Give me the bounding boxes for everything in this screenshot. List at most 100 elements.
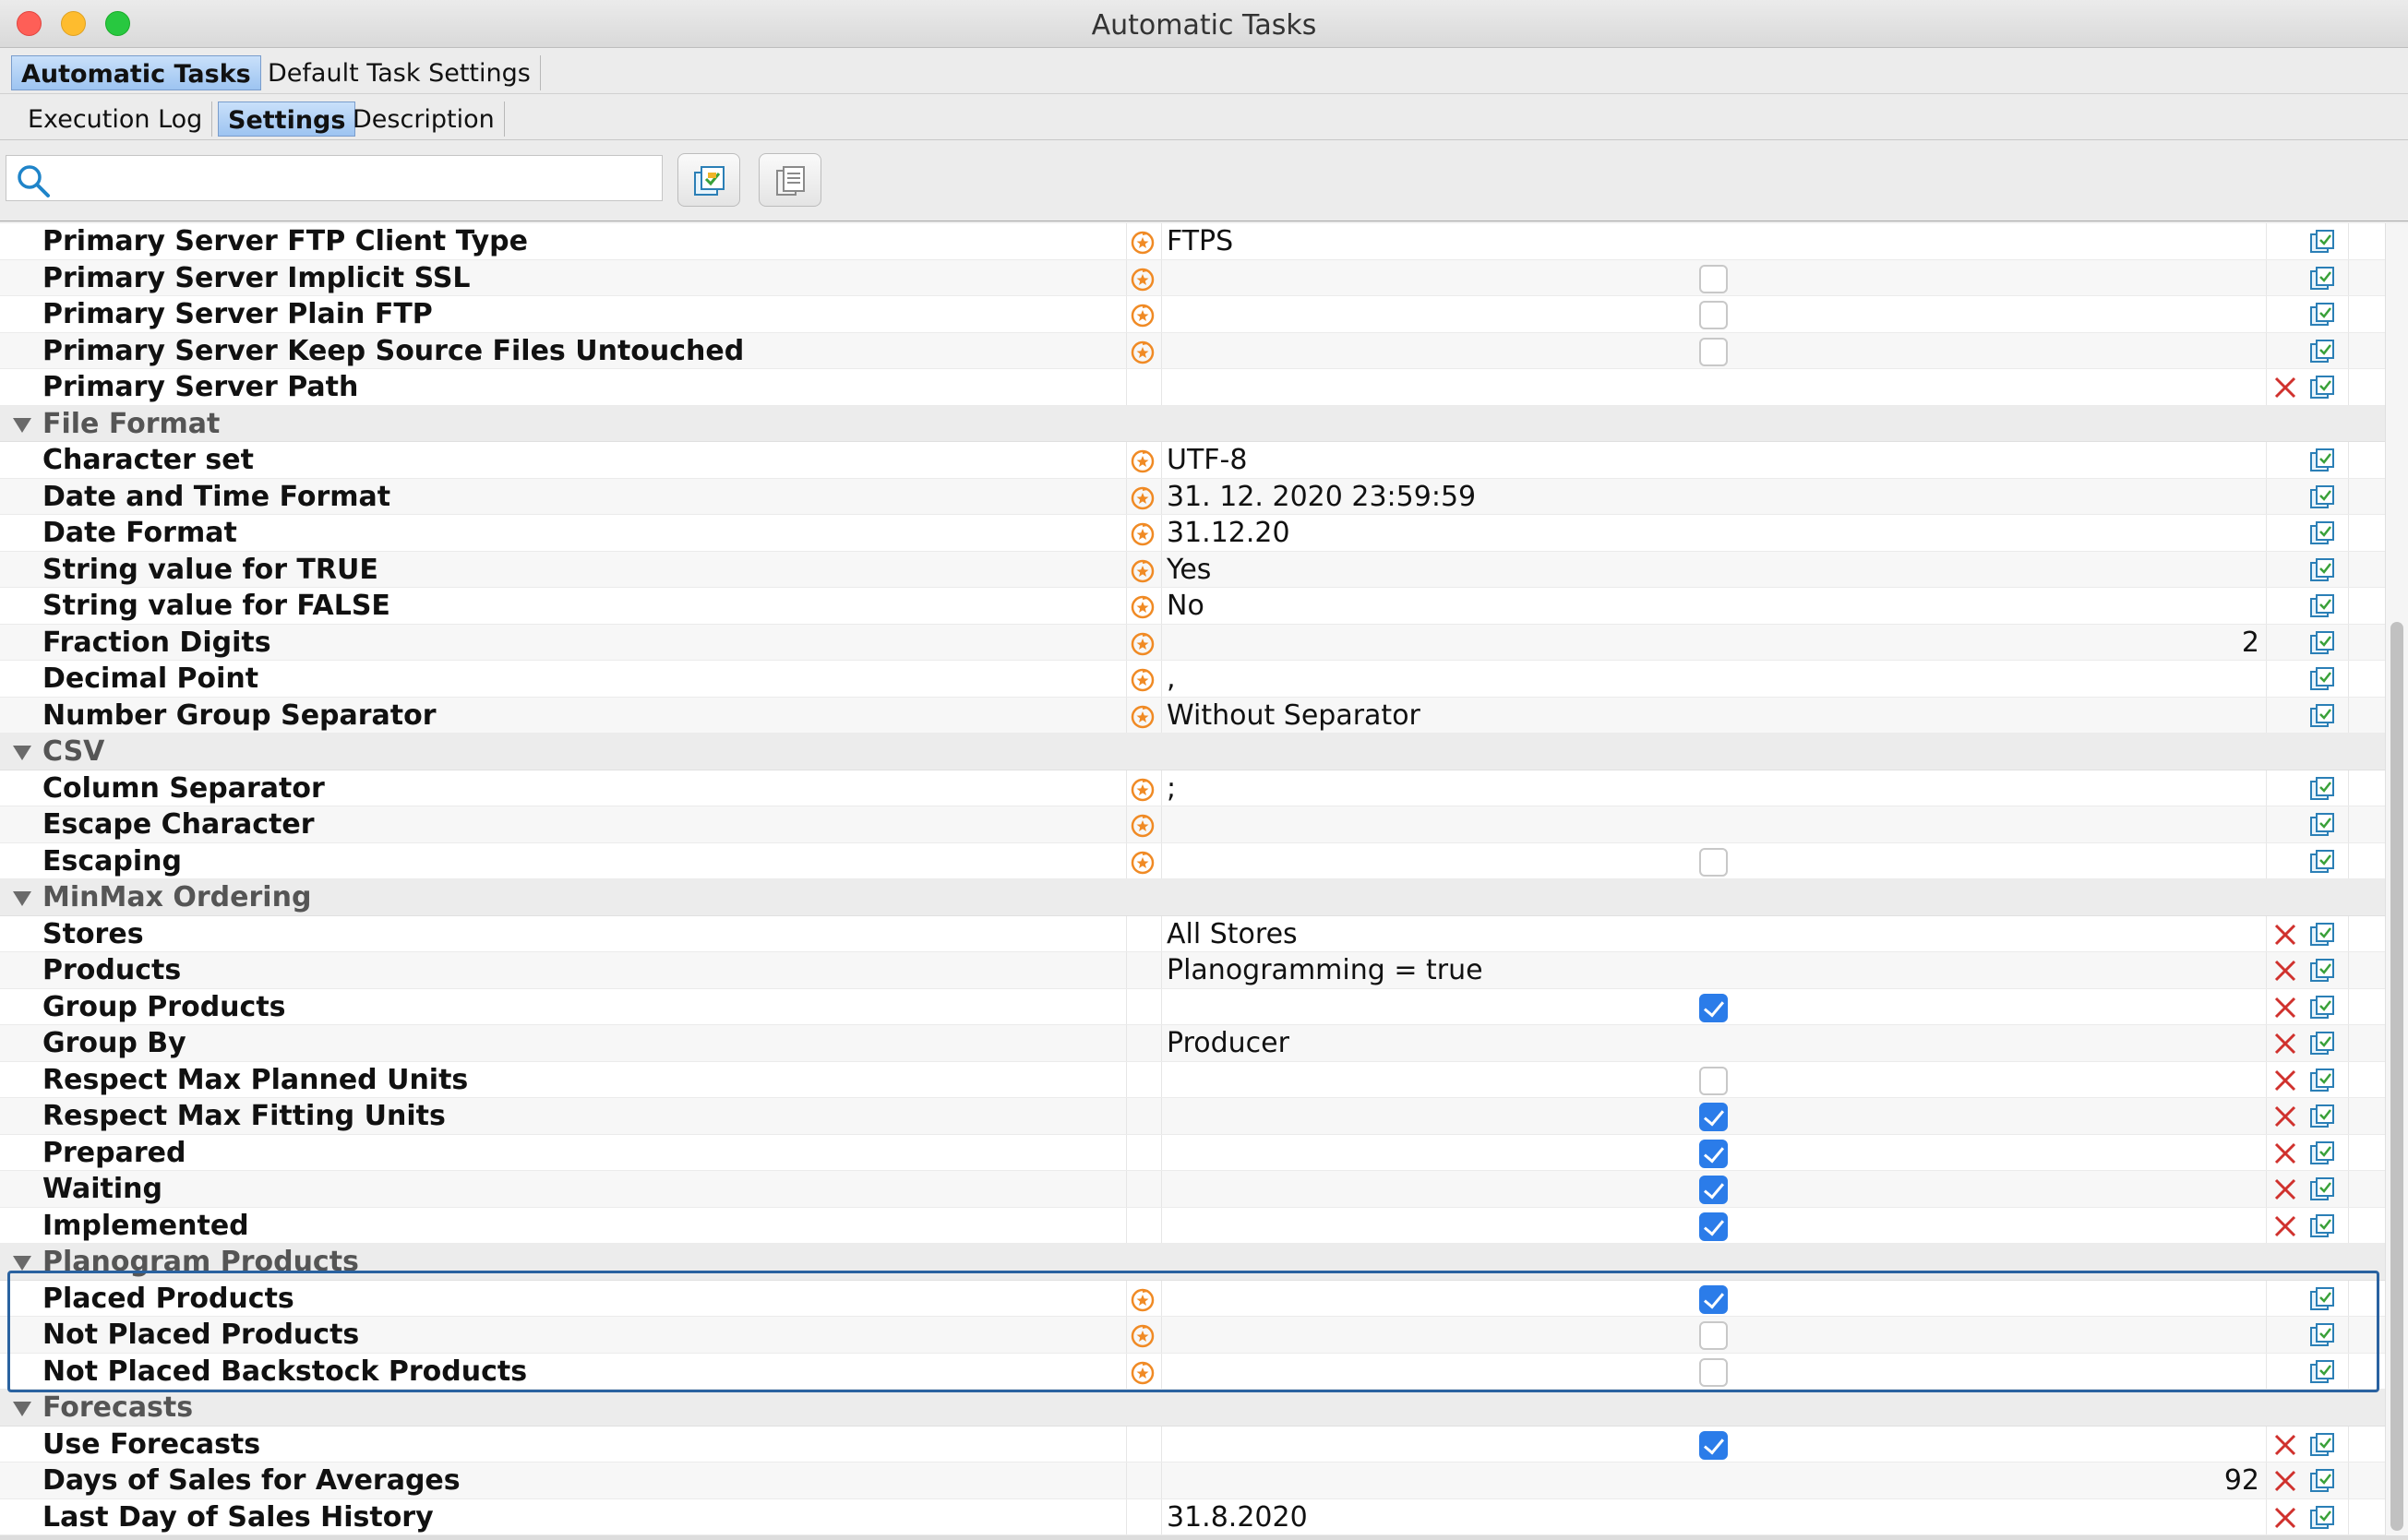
- setting-value[interactable]: All Stores: [1167, 918, 1298, 950]
- reset-to-default-icon[interactable]: [1130, 521, 1156, 547]
- collapse-triangle-icon[interactable]: [13, 746, 31, 760]
- setting-checkbox[interactable]: [1699, 1321, 1728, 1350]
- group-header-csv[interactable]: CSV: [0, 734, 2385, 770]
- remove-value-icon[interactable]: [2273, 959, 2297, 983]
- reset-to-default-icon[interactable]: [1130, 1360, 1156, 1386]
- copy-setting-icon[interactable]: [2309, 375, 2335, 400]
- paste-settings-button[interactable]: [759, 153, 821, 207]
- setting-value[interactable]: Yes: [1167, 554, 1211, 586]
- setting-row-placed-products[interactable]: Placed Products: [0, 1280, 2385, 1317]
- reset-to-default-icon[interactable]: [1130, 777, 1156, 803]
- copy-setting-icon[interactable]: [2309, 922, 2335, 948]
- group-header-minmax-ordering[interactable]: MinMax Ordering: [0, 879, 2385, 916]
- remove-value-icon[interactable]: [2273, 1214, 2297, 1238]
- setting-row-days-of-sales-for-averages[interactable]: Days of Sales for Averages 92: [0, 1462, 2385, 1499]
- copy-setting-icon[interactable]: [2309, 666, 2335, 692]
- copy-setting-icon[interactable]: [2309, 1432, 2335, 1458]
- vertical-scrollbar[interactable]: [2385, 223, 2408, 1535]
- remove-value-icon[interactable]: [2273, 1177, 2297, 1201]
- copy-setting-icon[interactable]: [2309, 776, 2335, 802]
- copy-setting-icon[interactable]: [2309, 520, 2335, 546]
- setting-row-primary-server-path[interactable]: Primary Server Path: [0, 369, 2385, 406]
- setting-checkbox[interactable]: [1699, 1212, 1728, 1241]
- setting-row-escape-character[interactable]: Escape Character: [0, 806, 2385, 843]
- setting-row-string-value-for-true[interactable]: String value for TRUE Yes: [0, 551, 2385, 588]
- copy-setting-icon[interactable]: [2309, 703, 2335, 729]
- setting-row-escaping[interactable]: Escaping: [0, 842, 2385, 879]
- search-input[interactable]: [60, 161, 651, 195]
- copy-setting-icon[interactable]: [2309, 593, 2335, 619]
- setting-row-stores[interactable]: Stores All Stores: [0, 915, 2385, 952]
- setting-value[interactable]: UTF-8: [1167, 444, 1247, 476]
- setting-row-decimal-point[interactable]: Decimal Point,: [0, 661, 2385, 698]
- copy-setting-icon[interactable]: [2309, 1468, 2335, 1494]
- setting-row-primary-server-plain-ftp[interactable]: Primary Server Plain FTP: [0, 296, 2385, 333]
- collapse-triangle-icon[interactable]: [13, 1402, 31, 1416]
- copy-setting-icon[interactable]: [2309, 1104, 2335, 1129]
- remove-value-icon[interactable]: [2273, 1506, 2297, 1530]
- setting-checkbox[interactable]: [1699, 993, 1728, 1022]
- reset-to-default-icon[interactable]: [1130, 850, 1156, 876]
- setting-value[interactable]: 31.12.20: [1167, 517, 1290, 549]
- tab-default-task-settings[interactable]: Default Task Settings: [258, 55, 541, 90]
- reset-to-default-icon[interactable]: [1130, 303, 1156, 328]
- setting-checkbox[interactable]: [1699, 264, 1728, 293]
- copy-setting-icon[interactable]: [2309, 448, 2335, 473]
- collapse-triangle-icon[interactable]: [13, 891, 31, 906]
- remove-value-icon[interactable]: [2273, 1433, 2297, 1457]
- setting-checkbox[interactable]: [1699, 847, 1728, 877]
- copy-setting-icon[interactable]: [2309, 849, 2335, 875]
- setting-value[interactable]: Without Separator: [1167, 699, 1420, 732]
- reset-to-default-icon[interactable]: [1130, 448, 1156, 474]
- copy-setting-icon[interactable]: [2309, 266, 2335, 292]
- copy-setting-icon[interactable]: [2309, 1068, 2335, 1093]
- setting-checkbox[interactable]: [1699, 1284, 1728, 1314]
- setting-value[interactable]: 31.8.2020: [1167, 1501, 1308, 1534]
- group-header-file-format[interactable]: File Format: [0, 405, 2385, 442]
- copy-setting-icon[interactable]: [2309, 302, 2335, 328]
- reset-to-default-icon[interactable]: [1130, 340, 1156, 365]
- setting-row-not-placed-backstock-products[interactable]: Not Placed Backstock Products: [0, 1353, 2385, 1390]
- reset-to-default-icon[interactable]: [1130, 485, 1156, 511]
- group-header-planogram-products[interactable]: Planogram Products: [0, 1244, 2385, 1281]
- reset-to-default-icon[interactable]: [1130, 1323, 1156, 1349]
- copy-setting-icon[interactable]: [2309, 1031, 2335, 1057]
- copy-setting-icon[interactable]: [2309, 1322, 2335, 1348]
- reset-to-default-icon[interactable]: [1130, 667, 1156, 693]
- copy-setting-icon[interactable]: [2309, 630, 2335, 656]
- setting-value[interactable]: No: [1167, 590, 1204, 622]
- copy-setting-icon[interactable]: [2309, 1505, 2335, 1531]
- remove-value-icon[interactable]: [2273, 923, 2297, 947]
- remove-value-icon[interactable]: [2273, 996, 2297, 1020]
- copy-setting-icon[interactable]: [2309, 1213, 2335, 1239]
- remove-value-icon[interactable]: [2273, 376, 2297, 400]
- copy-settings-button[interactable]: [677, 153, 740, 207]
- setting-value[interactable]: FTPS: [1167, 225, 1233, 257]
- copy-setting-icon[interactable]: [2309, 1176, 2335, 1202]
- reset-to-default-icon[interactable]: [1130, 813, 1156, 839]
- copy-setting-icon[interactable]: [2309, 557, 2335, 583]
- remove-value-icon[interactable]: [2273, 1068, 2297, 1092]
- setting-checkbox[interactable]: [1699, 1066, 1728, 1095]
- setting-checkbox[interactable]: [1699, 301, 1728, 329]
- setting-row-group-products[interactable]: Group Products: [0, 988, 2385, 1025]
- setting-number-value[interactable]: 92: [2224, 1464, 2259, 1497]
- reset-to-default-icon[interactable]: [1130, 230, 1156, 256]
- remove-value-icon[interactable]: [2273, 1141, 2297, 1165]
- reset-to-default-icon[interactable]: [1130, 1287, 1156, 1313]
- setting-row-implemented[interactable]: Implemented: [0, 1207, 2385, 1244]
- setting-row-respect-max-fitting-units[interactable]: Respect Max Fitting Units: [0, 1098, 2385, 1135]
- reset-to-default-icon[interactable]: [1130, 631, 1156, 657]
- setting-row-primary-server-implicit-ssl[interactable]: Primary Server Implicit SSL: [0, 259, 2385, 296]
- copy-setting-icon[interactable]: [2309, 1359, 2335, 1385]
- copy-setting-icon[interactable]: [2309, 812, 2335, 838]
- copy-setting-icon[interactable]: [2309, 484, 2335, 510]
- setting-row-primary-server-ftp-client-type[interactable]: Primary Server FTP Client Type FTPS: [0, 223, 2385, 260]
- setting-value[interactable]: 31. 12. 2020 23:59:59: [1167, 481, 1476, 513]
- setting-row-waiting[interactable]: Waiting: [0, 1171, 2385, 1208]
- group-header-forecasts[interactable]: Forecasts: [0, 1390, 2385, 1427]
- tab-automatic-tasks[interactable]: Automatic Tasks: [11, 55, 261, 90]
- remove-value-icon[interactable]: [2273, 1469, 2297, 1493]
- setting-row-character-set[interactable]: Character set UTF-8: [0, 442, 2385, 479]
- setting-row-use-forecasts[interactable]: Use Forecasts: [0, 1426, 2385, 1462]
